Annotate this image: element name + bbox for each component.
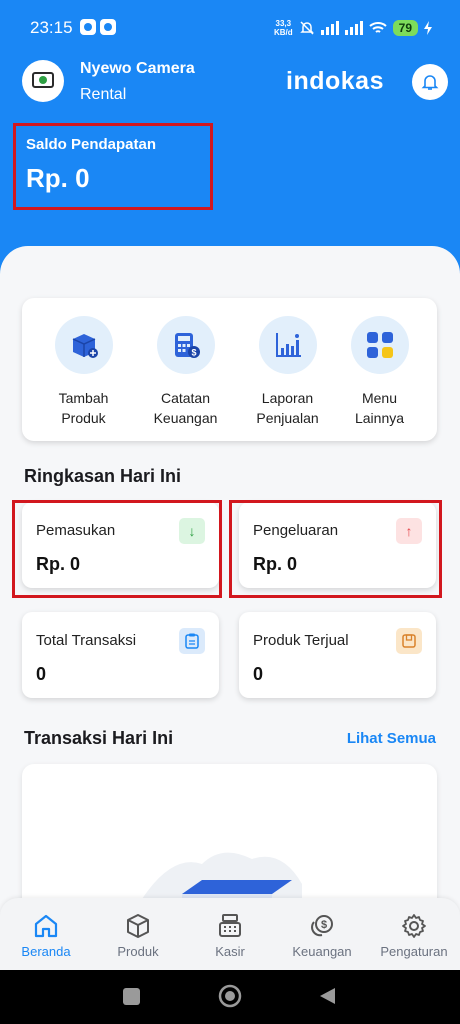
balance-label: Saldo Pendapatan bbox=[26, 136, 157, 153]
add-product-icon bbox=[72, 334, 98, 358]
calculator-icon: $ bbox=[174, 333, 200, 358]
balance-value: Rp. 0 bbox=[26, 163, 90, 193]
menu-finance-notes[interactable]: $ Catatan Keuangan bbox=[134, 298, 237, 441]
clipboard-icon bbox=[179, 628, 205, 654]
products-sold-value: 0 bbox=[253, 664, 264, 684]
gear-icon bbox=[402, 914, 426, 938]
signal-1-icon bbox=[320, 21, 339, 35]
home-button[interactable] bbox=[218, 984, 242, 1008]
box-icon bbox=[396, 628, 422, 654]
nav-products[interactable]: Produk bbox=[92, 898, 184, 970]
battery-indicator: 79 bbox=[392, 20, 418, 36]
signal-2-icon bbox=[344, 21, 363, 35]
total-transactions-value: 0 bbox=[36, 664, 47, 684]
total-transactions-card[interactable]: Total Transaksi 0 bbox=[22, 612, 219, 698]
menu-add-product[interactable]: Tambah Produk bbox=[32, 298, 135, 441]
nav-settings[interactable]: Pengaturan bbox=[368, 898, 460, 970]
see-all-link[interactable]: Lihat Semua bbox=[347, 730, 436, 747]
coins-icon: $ bbox=[311, 915, 333, 937]
svg-text:$: $ bbox=[191, 348, 196, 358]
summary-title: Ringkasan Hari Ini bbox=[24, 466, 182, 486]
transactions-title: Transaksi Hari Ini bbox=[24, 728, 174, 748]
balance-card: Saldo Pendapatan Rp. 0 bbox=[13, 123, 213, 210]
back-button[interactable] bbox=[320, 988, 335, 1004]
products-sold-card[interactable]: Produk Terjual 0 bbox=[239, 612, 436, 698]
cube-icon bbox=[127, 914, 149, 938]
header: Nyewo Camera Rental indokas Saldo Pendap… bbox=[0, 56, 460, 246]
menu-more[interactable]: Menu Lainnya bbox=[328, 298, 431, 441]
whatsapp-icon bbox=[80, 19, 96, 35]
bottom-navigation: Beranda Produk Kasir $ Keuangan Pengatur… bbox=[0, 898, 460, 970]
svg-text:$: $ bbox=[321, 919, 327, 931]
store-subtitle: Rental bbox=[80, 86, 127, 103]
wifi-icon bbox=[368, 22, 387, 33]
mute-icon bbox=[299, 21, 314, 35]
store-name: Nyewo Camera bbox=[80, 60, 195, 77]
network-speed: 33,3 KB/d bbox=[273, 19, 293, 37]
income-highlight bbox=[12, 500, 222, 598]
grid-icon bbox=[366, 332, 393, 358]
recents-button[interactable] bbox=[123, 988, 140, 1005]
expense-highlight bbox=[229, 500, 442, 598]
chart-icon bbox=[275, 333, 301, 357]
notification-button[interactable] bbox=[412, 64, 448, 100]
bell-icon bbox=[421, 75, 439, 90]
store-logo bbox=[22, 60, 64, 102]
quick-menu: Tambah Produk $ Catatan Keuangan Laporan… bbox=[22, 298, 437, 441]
status-bar: 23:15 33,3 KB/d 79 bbox=[0, 0, 460, 56]
charging-icon bbox=[424, 21, 432, 35]
brand-logo: indokas bbox=[286, 67, 384, 95]
system-navigation-bar bbox=[0, 970, 460, 1024]
menu-sales-report[interactable]: Laporan Penjualan bbox=[236, 298, 339, 441]
status-time: 23:15 bbox=[30, 18, 73, 37]
telegram-icon bbox=[100, 19, 116, 35]
total-transactions-label: Total Transaksi bbox=[36, 632, 137, 649]
nav-finance[interactable]: $ Keuangan bbox=[276, 898, 368, 970]
products-sold-label: Produk Terjual bbox=[253, 632, 349, 649]
nav-cashier[interactable]: Kasir bbox=[184, 898, 276, 970]
cash-register-icon bbox=[219, 914, 241, 937]
home-icon bbox=[34, 914, 58, 938]
nav-home[interactable]: Beranda bbox=[0, 898, 92, 970]
